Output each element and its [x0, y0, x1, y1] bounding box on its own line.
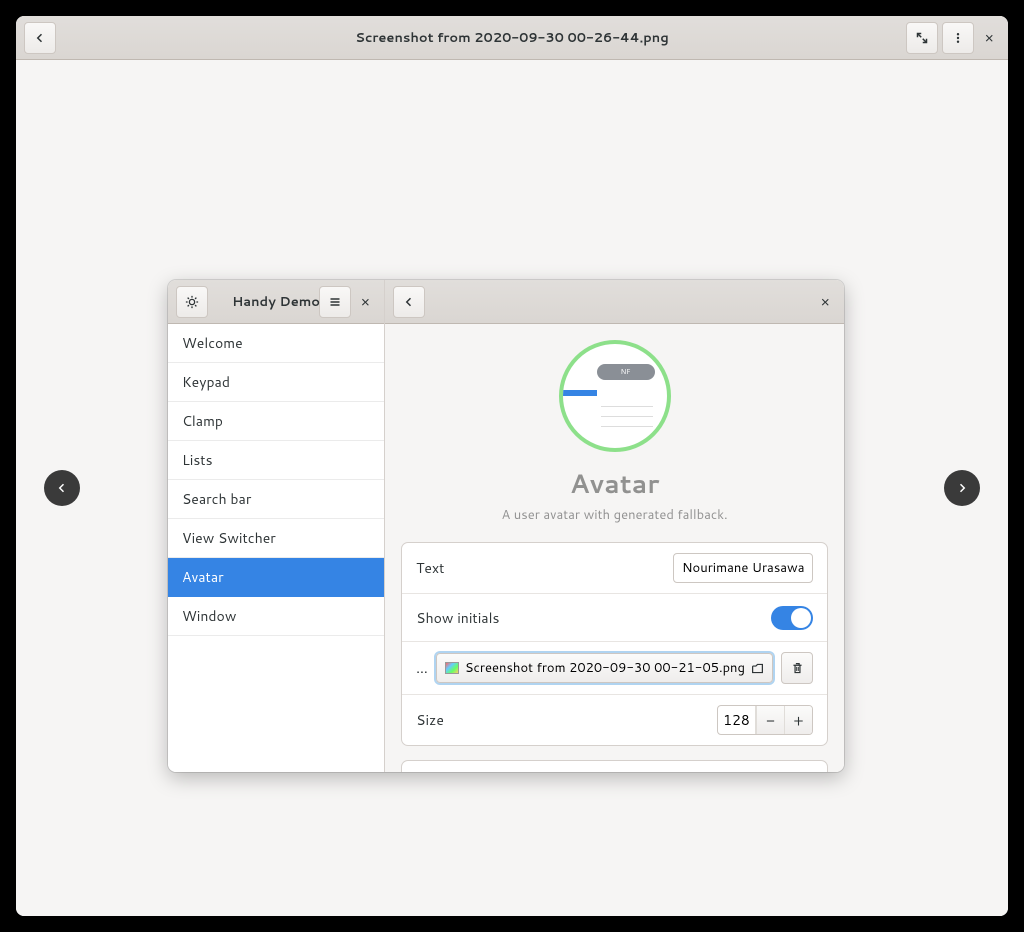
image-viewer-window: Screenshot from 2020-09-30 00-26-44.png … [16, 16, 1008, 916]
content-scroll[interactable]: NF Avatar A user avatar with generated f… [385, 324, 844, 772]
content-back-button[interactable] [393, 286, 425, 318]
back-button[interactable] [24, 22, 56, 54]
handy-demo-window: Handy Demo × Welcome Keypad Clamp Lists … [168, 280, 844, 772]
fullscreen-button[interactable] [906, 22, 938, 54]
sidebar-item-window[interactable]: Window [168, 597, 384, 636]
sidebar-item-clamp[interactable]: Clamp [168, 402, 384, 441]
delete-file-button[interactable] [781, 652, 813, 684]
row-file: … Screenshot from 2020-09-30 00-21-05.pn… [402, 642, 827, 695]
row-show-initials: Show initials [402, 594, 827, 642]
avatar-hero: NF Avatar A user avatar with generated f… [401, 340, 828, 524]
show-initials-label: Show initials [416, 608, 771, 628]
previous-image-button[interactable] [44, 470, 80, 506]
sidebar-item-keypad[interactable]: Keypad [168, 363, 384, 402]
text-input[interactable] [673, 553, 813, 583]
size-label: Size [416, 710, 717, 730]
file-chooser-button[interactable]: Screenshot from 2020-09-30 00-21-05.png [436, 653, 773, 683]
row-size: Size 128 − + [402, 695, 827, 745]
file-name: Screenshot from 2020-09-30 00-21-05.png [465, 659, 745, 677]
avatar-badge: NF [597, 364, 655, 380]
content-close-button[interactable]: × [812, 291, 838, 312]
text-label: Text [416, 558, 673, 578]
show-initials-toggle[interactable] [771, 606, 813, 630]
sidebar-item-viewswitcher[interactable]: View Switcher [168, 519, 384, 558]
avatar-image: NF [559, 340, 671, 452]
viewer-title: Screenshot from 2020-09-30 00-26-44.png [16, 29, 1008, 47]
image-icon [445, 662, 459, 674]
size-spinbutton: 128 − + [717, 705, 813, 735]
viewer-headerbar: Screenshot from 2020-09-30 00-26-44.png … [16, 16, 1008, 60]
sidebar-list: Welcome Keypad Clamp Lists Search bar Vi… [168, 324, 384, 772]
sidebar-pane: Handy Demo × Welcome Keypad Clamp Lists … [168, 280, 385, 772]
close-button[interactable]: × [976, 27, 1002, 48]
sidebar-item-avatar[interactable]: Avatar [168, 558, 384, 597]
content-pane: × NF Avatar [385, 280, 844, 772]
row-text: Text [402, 543, 827, 594]
file-label: … [416, 658, 428, 678]
next-image-button[interactable] [944, 470, 980, 506]
sidebar-item-welcome[interactable]: Welcome [168, 324, 384, 363]
size-value[interactable]: 128 [718, 706, 756, 734]
settings-card: Text Show initials … Screenshot from 202… [401, 542, 828, 746]
menu-button[interactable] [942, 22, 974, 54]
viewer-body: Handy Demo × Welcome Keypad Clamp Lists … [16, 60, 1008, 916]
content-title: Avatar [570, 466, 660, 502]
open-icon [751, 662, 764, 675]
sidebar-item-searchbar[interactable]: Search bar [168, 480, 384, 519]
brightness-button[interactable] [176, 286, 208, 318]
hamburger-button[interactable] [319, 286, 351, 318]
sidebar-item-lists[interactable]: Lists [168, 441, 384, 480]
content-subtitle: A user avatar with generated fallback. [501, 506, 727, 524]
sidebar-close-button[interactable]: × [353, 291, 379, 312]
sidebar-headerbar: Handy Demo × [168, 280, 384, 324]
content-headerbar: × [385, 280, 844, 324]
size-decrement[interactable]: − [756, 706, 784, 734]
size-increment[interactable]: + [784, 706, 812, 734]
settings-card-2 [401, 760, 828, 772]
